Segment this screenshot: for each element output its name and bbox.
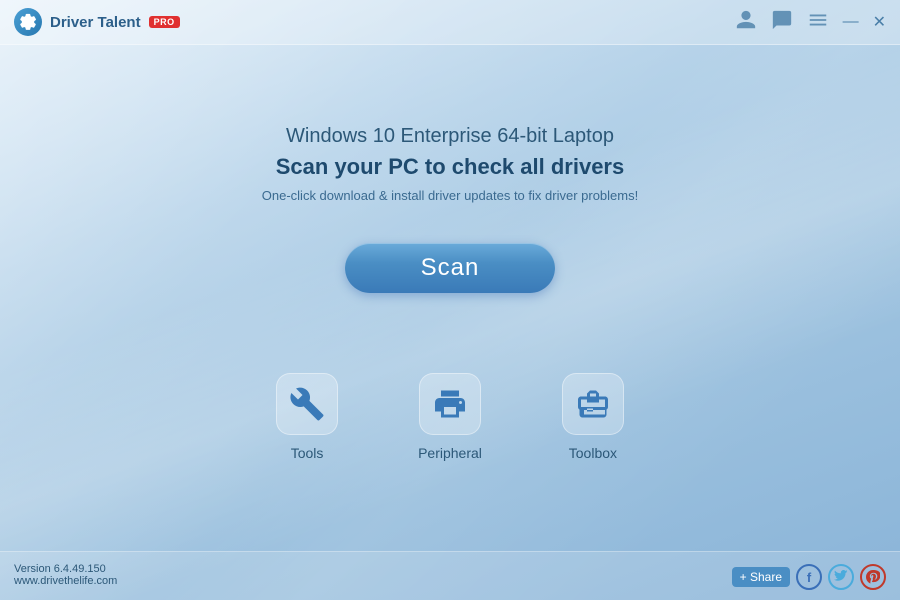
website-text: www.drivethelife.com xyxy=(14,575,117,587)
scan-subtitle: One-click download & install driver upda… xyxy=(262,188,638,203)
list-icon[interactable] xyxy=(807,9,829,36)
gear-icon xyxy=(19,13,37,31)
app-icon xyxy=(14,8,42,36)
twitter-icon[interactable] xyxy=(828,564,854,590)
minimize-button[interactable]: — xyxy=(843,13,859,31)
main-content: Windows 10 Enterprise 64-bit Laptop Scan… xyxy=(0,45,900,293)
footer-info: Version 6.4.49.150 www.drivethelife.com xyxy=(14,563,117,587)
peripheral-icon xyxy=(419,373,481,435)
pro-badge: PRO xyxy=(149,16,180,28)
share-button[interactable]: + Share xyxy=(732,567,790,587)
scan-button[interactable]: Scan xyxy=(345,243,555,293)
system-title: Windows 10 Enterprise 64-bit Laptop xyxy=(262,125,638,148)
tools-label: Tools xyxy=(291,445,324,461)
facebook-icon[interactable]: f xyxy=(796,564,822,590)
app-branding: Driver Talent PRO xyxy=(14,8,180,36)
tools-icon-item[interactable]: Tools xyxy=(276,373,338,461)
toolbox-label: Toolbox xyxy=(569,445,617,461)
tools-icon xyxy=(276,373,338,435)
bottom-icons-row: Tools Peripheral Toolbox xyxy=(0,373,900,461)
wrench-icon xyxy=(289,386,325,422)
printer-icon xyxy=(432,386,468,422)
social-bar: + Share f xyxy=(732,564,886,590)
scan-prompt: Scan your PC to check all drivers xyxy=(262,154,638,180)
account-icon[interactable] xyxy=(735,9,757,36)
box-icon xyxy=(575,386,611,422)
pinterest-icon[interactable] xyxy=(860,564,886,590)
chat-icon[interactable] xyxy=(771,9,793,36)
footer: Version 6.4.49.150 www.drivethelife.com … xyxy=(0,551,900,600)
toolbox-icon-item[interactable]: Toolbox xyxy=(562,373,624,461)
titlebar-controls: — ✕ xyxy=(735,9,886,36)
peripheral-label: Peripheral xyxy=(418,445,482,461)
version-text: Version 6.4.49.150 xyxy=(14,563,117,575)
system-info: Windows 10 Enterprise 64-bit Laptop Scan… xyxy=(262,125,638,203)
app-title: Driver Talent xyxy=(50,14,141,31)
titlebar: Driver Talent PRO — ✕ xyxy=(0,0,900,45)
toolbox-icon xyxy=(562,373,624,435)
close-button[interactable]: ✕ xyxy=(873,12,886,32)
peripheral-icon-item[interactable]: Peripheral xyxy=(418,373,482,461)
